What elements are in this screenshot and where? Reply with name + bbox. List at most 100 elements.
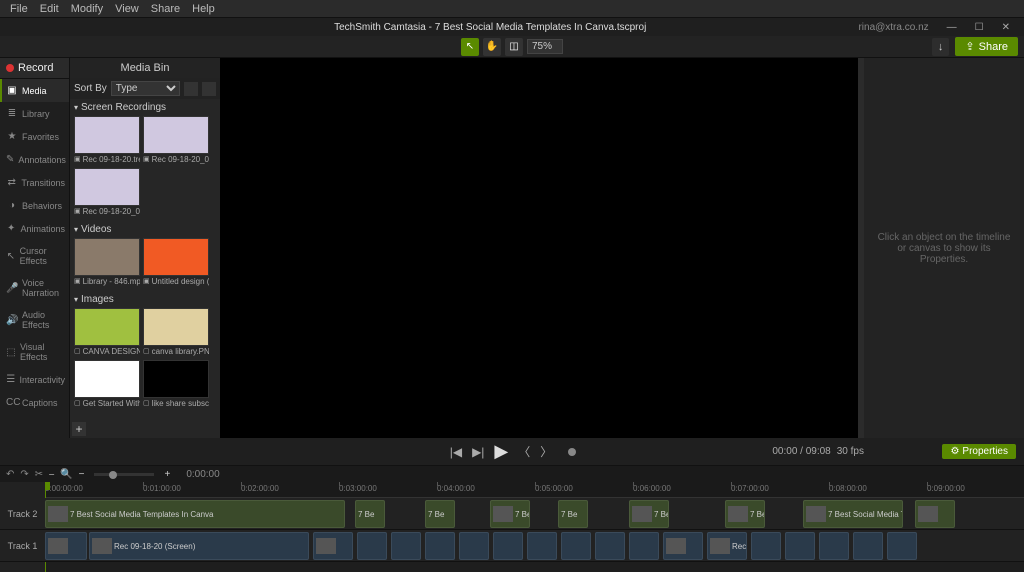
- step-fwd-button[interactable]: 〈: [516, 443, 532, 460]
- crop-tool-icon[interactable]: ◫: [505, 38, 523, 56]
- undo-button[interactable]: ↶: [6, 469, 14, 480]
- timeline-clip[interactable]: 7 Best Social Media Templates In Canva: [45, 500, 345, 528]
- user-label[interactable]: rina@xtra.co.nz: [852, 22, 934, 33]
- canvas-zoom-select[interactable]: 75%: [527, 39, 563, 54]
- timeline-clip[interactable]: 7 Best Social Media Templ: [803, 500, 903, 528]
- cursor-effects-icon: ↖: [6, 251, 16, 262]
- ruler-start: 0:00:00: [186, 469, 219, 480]
- timeline-clip[interactable]: 7 Be: [355, 500, 385, 528]
- menu-edit[interactable]: Edit: [34, 3, 65, 15]
- properties-button[interactable]: ⚙Properties: [942, 444, 1016, 459]
- timeline-clip[interactable]: 7 Be: [558, 500, 588, 528]
- timeline-clip[interactable]: [493, 532, 523, 560]
- menu-file[interactable]: File: [4, 3, 34, 15]
- minimize-icon[interactable]: —: [941, 22, 963, 33]
- sidebar-item-favorites[interactable]: ★Favorites: [0, 125, 69, 148]
- menu-view[interactable]: View: [109, 3, 145, 15]
- sidebar-item-behaviors[interactable]: ◑Behaviors: [0, 194, 69, 217]
- sidebar-item-annotations[interactable]: ✎Annotations: [0, 148, 69, 171]
- timeline-clip[interactable]: [357, 532, 387, 560]
- track-2[interactable]: 7 Best Social Media Templates In Canva 7 …: [45, 498, 1024, 530]
- redo-button[interactable]: ↷: [20, 469, 28, 480]
- grid-view-icon[interactable]: [202, 82, 216, 96]
- bin-section-images[interactable]: Images: [72, 291, 218, 308]
- list-view-icon[interactable]: [184, 82, 198, 96]
- timeline-clip[interactable]: [629, 532, 659, 560]
- export-button[interactable]: ↓: [932, 38, 950, 56]
- media-item[interactable]: ▢like share subscri...: [143, 360, 209, 409]
- timeline-clip[interactable]: [45, 532, 87, 560]
- timeline-clip[interactable]: 7 Best S: [490, 500, 530, 528]
- timeline-clip[interactable]: [915, 500, 955, 528]
- hand-tool-icon[interactable]: ✋: [483, 38, 501, 56]
- track-2-label[interactable]: Track 2: [0, 498, 45, 530]
- timeline-clip[interactable]: [459, 532, 489, 560]
- timeline-clip[interactable]: [853, 532, 883, 560]
- timeline-clip[interactable]: [313, 532, 353, 560]
- sidebar-item-animations[interactable]: ✦Animations: [0, 217, 69, 240]
- sidebar-item-cursor-effects[interactable]: ↖Cursor Effects: [0, 240, 69, 272]
- sidebar-item-media[interactable]: ▣Media: [0, 79, 69, 102]
- media-item[interactable]: ▣Untitled design (1)...: [143, 238, 209, 287]
- time-display: 00:00 / 09:08: [772, 446, 830, 457]
- next-frame-button[interactable]: 〉: [538, 443, 554, 460]
- play-button[interactable]: ▶: [492, 441, 510, 462]
- menu-help[interactable]: Help: [186, 3, 221, 15]
- timeline-clip[interactable]: [751, 532, 781, 560]
- media-item[interactable]: ▣Library - 846.mp4: [74, 238, 140, 287]
- step-back-button[interactable]: ▶|: [470, 445, 486, 459]
- timeline-clip[interactable]: [785, 532, 815, 560]
- bin-section-videos[interactable]: Videos: [72, 221, 218, 238]
- sidebar-item-audio-effects[interactable]: 🔊Audio Effects: [0, 304, 69, 336]
- timeline-clip[interactable]: 7 Be: [425, 500, 455, 528]
- timeline-clip[interactable]: [663, 532, 703, 560]
- timeline-clip[interactable]: [819, 532, 849, 560]
- sidebar-item-visual-effects[interactable]: ⬚Visual Effects: [0, 336, 69, 368]
- bin-section-screen-recordings[interactable]: Screen Recordings: [72, 99, 218, 116]
- sidebar-item-voice-narration[interactable]: 🎤Voice Narration: [0, 272, 69, 304]
- timeline-clip[interactable]: 7 Best: [629, 500, 669, 528]
- sort-select[interactable]: Type: [111, 81, 180, 96]
- menu-share[interactable]: Share: [145, 3, 186, 15]
- timeline-clip[interactable]: [561, 532, 591, 560]
- track-1-label[interactable]: Track 1: [0, 530, 45, 562]
- timeline-clip[interactable]: [425, 532, 455, 560]
- media-bin-title: Media Bin: [70, 58, 220, 78]
- cut-button[interactable]: ✂: [35, 469, 43, 480]
- timeline-clip[interactable]: [595, 532, 625, 560]
- media-type-icon: ▢: [74, 347, 81, 356]
- media-item[interactable]: ▣Rec 09-18-20_002...: [74, 168, 140, 217]
- ruler-mark: 0:02:00:00: [241, 484, 279, 493]
- timeline-zoom-slider[interactable]: [94, 473, 154, 476]
- close-icon[interactable]: ✕: [996, 22, 1016, 33]
- arrow-tool-icon[interactable]: ↖: [461, 38, 479, 56]
- split-button[interactable]: ⎯: [49, 469, 54, 480]
- media-item[interactable]: ▢Get Started With...: [74, 360, 140, 409]
- sidebar-item-interactivity[interactable]: ☰Interactivity: [0, 368, 69, 391]
- media-item[interactable]: ▣Rec 09-18-20_001...: [143, 116, 209, 165]
- sidebar-item-library[interactable]: ≣Library: [0, 102, 69, 125]
- timeline-ruler[interactable]: 0:00:00:000:01:00:000:02:00:000:03:00:00…: [45, 482, 1024, 498]
- sidebar-item-captions[interactable]: CCCaptions: [0, 391, 69, 414]
- sidebar-item-transitions[interactable]: ⇄Transitions: [0, 171, 69, 194]
- timeline-clip[interactable]: Rec 09-1: [707, 532, 747, 560]
- add-media-button[interactable]: +: [72, 422, 86, 436]
- menu-modify[interactable]: Modify: [65, 3, 109, 15]
- canvas-preview[interactable]: [220, 58, 858, 438]
- timeline-clip[interactable]: Rec 09-18-20 (Screen): [89, 532, 309, 560]
- record-button[interactable]: Record: [0, 58, 69, 79]
- media-item[interactable]: ▢CANVA DESIGNS...: [74, 308, 140, 357]
- track-1[interactable]: Rec 09-18-20 (Screen) Rec 09-1: [45, 530, 1024, 562]
- timeline-clip[interactable]: [527, 532, 557, 560]
- ruler-mark: 0:06:00:00: [633, 484, 671, 493]
- media-item[interactable]: ▣Rec 09-18-20.trec: [74, 116, 140, 165]
- prev-frame-button[interactable]: |◀: [448, 445, 464, 459]
- zoom-out-button[interactable]: 🔍: [60, 469, 72, 480]
- share-button[interactable]: ⇪Share: [955, 37, 1018, 56]
- media-item[interactable]: ▢canva library.PNG: [143, 308, 209, 357]
- annotations-icon: ✎: [6, 154, 14, 165]
- timeline-clip[interactable]: [391, 532, 421, 560]
- timeline-clip[interactable]: [887, 532, 917, 560]
- timeline-clip[interactable]: 7 Best: [725, 500, 765, 528]
- maximize-icon[interactable]: ☐: [969, 22, 990, 33]
